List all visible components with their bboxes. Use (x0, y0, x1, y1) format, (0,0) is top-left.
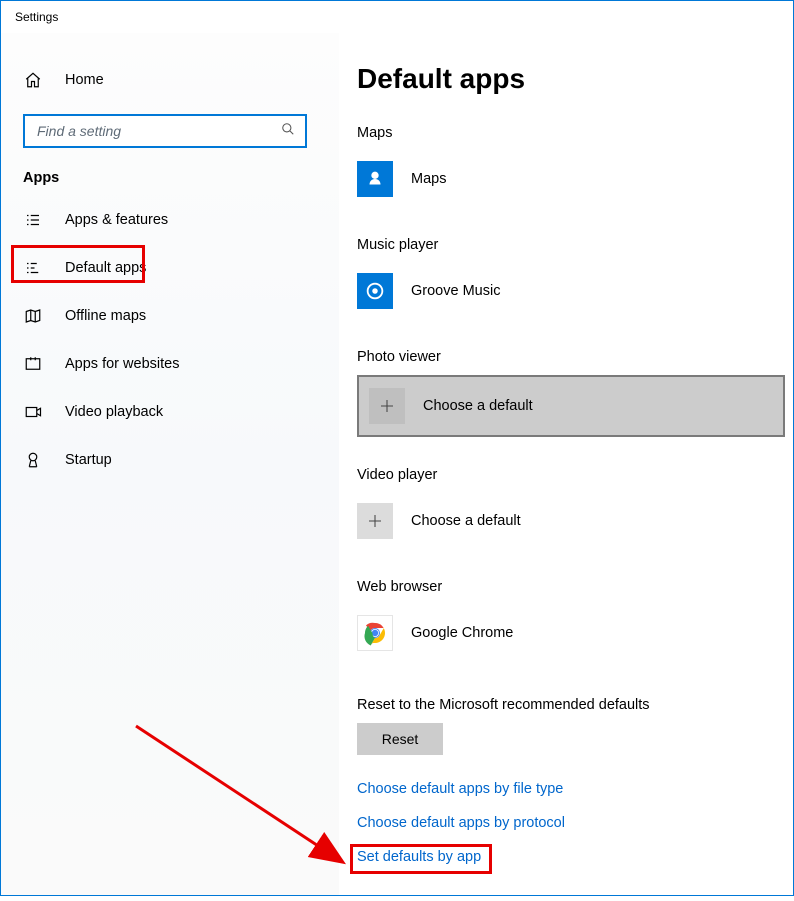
plus-icon (357, 503, 393, 539)
nav-home-label: Home (65, 72, 104, 88)
nav-default-apps[interactable]: Default apps (1, 246, 339, 290)
window-title: Settings (15, 10, 58, 24)
category-photo-label: Photo viewer (357, 349, 785, 365)
sidebar: Home Apps Apps & features (1, 33, 339, 895)
startup-icon (23, 450, 43, 470)
search-input[interactable] (35, 122, 265, 140)
default-web-row[interactable]: Google Chrome (357, 605, 785, 661)
groove-icon (357, 273, 393, 309)
nav-label: Apps for websites (65, 356, 179, 372)
plus-icon (369, 388, 405, 424)
link-by-file-type[interactable]: Choose default apps by file type (357, 781, 785, 797)
nav-home[interactable]: Home (1, 58, 339, 102)
category-video-label: Video player (357, 467, 785, 483)
nav-offline-maps[interactable]: Offline maps (1, 294, 339, 338)
nav-label: Startup (65, 452, 112, 468)
maps-app-icon (357, 161, 393, 197)
chrome-icon (357, 615, 393, 651)
photo-placeholder: Choose a default (423, 398, 533, 414)
web-app-name: Google Chrome (411, 625, 513, 641)
nav-label: Apps & features (65, 212, 168, 228)
nav-video-playback[interactable]: Video playback (1, 390, 339, 434)
maps-app-name: Maps (411, 171, 446, 187)
category-web-label: Web browser (357, 579, 785, 595)
default-music-row[interactable]: Groove Music (357, 263, 785, 319)
map-icon (23, 306, 43, 326)
nav-label: Offline maps (65, 308, 146, 324)
default-video-row[interactable]: Choose a default (357, 493, 785, 549)
sidebar-section-label: Apps (1, 148, 339, 194)
nav-startup[interactable]: Startup (1, 438, 339, 482)
nav-apps-for-websites[interactable]: Apps for websites (1, 342, 339, 386)
open-icon (23, 354, 43, 374)
page-title: Default apps (357, 63, 785, 95)
window-titlebar: Settings (1, 1, 793, 33)
search-wrapper (1, 102, 339, 148)
home-icon (23, 70, 43, 90)
link-by-protocol[interactable]: Choose default apps by protocol (357, 815, 785, 831)
default-photo-row[interactable]: Choose a default (357, 375, 785, 437)
video-placeholder: Choose a default (411, 513, 521, 529)
music-app-name: Groove Music (411, 283, 500, 299)
link-set-by-app[interactable]: Set defaults by app (357, 849, 785, 865)
nav-label: Default apps (65, 260, 146, 276)
category-maps-label: Maps (357, 125, 785, 141)
default-maps-row[interactable]: Maps (357, 151, 785, 207)
list-icon (23, 210, 43, 230)
defaults-icon (23, 258, 43, 278)
category-music-label: Music player (357, 237, 785, 253)
nav-apps-features[interactable]: Apps & features (1, 198, 339, 242)
reset-description: Reset to the Microsoft recommended defau… (357, 697, 785, 713)
content-area: Home Apps Apps & features (1, 33, 793, 895)
main-panel: Default apps Maps Maps Music player Groo… (339, 33, 794, 895)
reset-button[interactable]: Reset (357, 723, 443, 755)
links-section: Choose default apps by file type Choose … (357, 781, 785, 865)
search-icon (281, 122, 295, 141)
nav-label: Video playback (65, 404, 163, 420)
video-icon (23, 402, 43, 422)
search-box[interactable] (23, 114, 307, 148)
